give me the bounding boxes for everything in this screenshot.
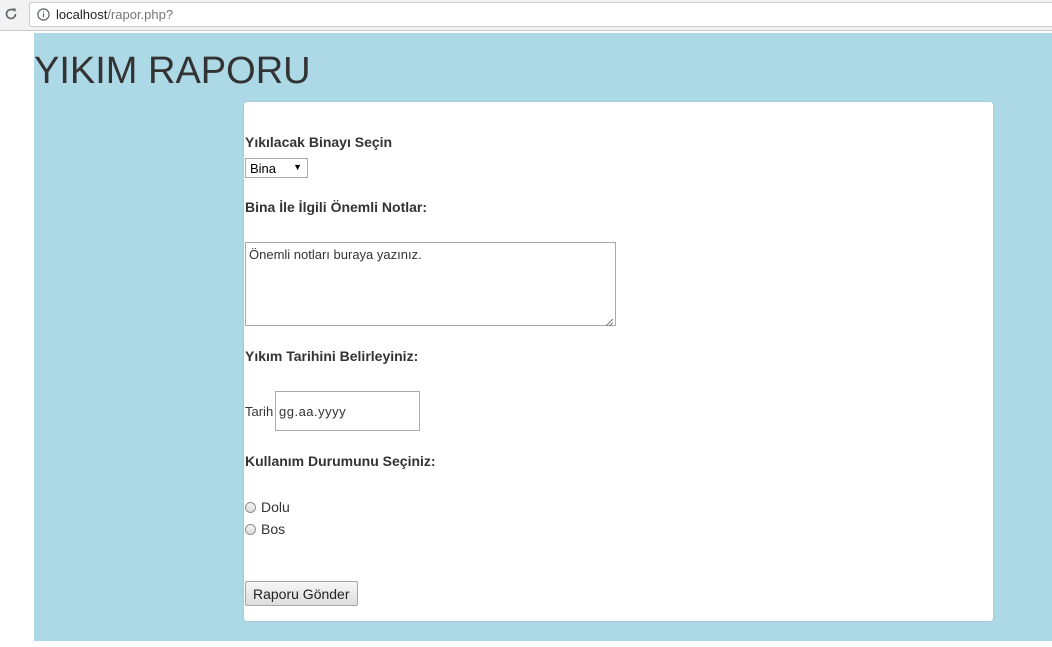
notes-textarea[interactable]: Önemli notları buraya yazınız. (245, 242, 616, 327)
radio-button[interactable] (245, 501, 256, 513)
radio-label: Bos (261, 521, 286, 537)
browser-toolbar: localhost/rapor.php? (0, 0, 1052, 31)
building-select-value: Bina (250, 160, 277, 176)
url-path: /rapor.php? (107, 7, 174, 22)
reload-icon[interactable] (2, 5, 20, 23)
radio-option-dolu[interactable]: Dolu (245, 499, 290, 515)
address-bar[interactable]: localhost/rapor.php? (29, 2, 1052, 27)
url-text: localhost/rapor.php? (56, 7, 173, 22)
building-select-label: Yıkılacak Binayı Seçin (245, 134, 393, 150)
radio-button[interactable] (245, 523, 256, 535)
report-form: Yıkılacak Binayı Seçin Bina ▼ Bina İle İ… (244, 102, 993, 621)
date-section-label: Yıkım Tarihini Belirleyiniz: (245, 348, 419, 364)
page-title: YIKIM RAPORU (34, 50, 311, 92)
chevron-down-icon: ▼ (293, 162, 302, 172)
url-host: localhost (56, 7, 108, 22)
building-select[interactable]: Bina ▼ (245, 158, 308, 178)
radio-option-bos[interactable]: Bos (245, 521, 285, 537)
notes-text: Önemli notları buraya yazınız. (249, 247, 422, 262)
resize-handle-icon[interactable] (605, 315, 614, 327)
submit-button[interactable]: Raporu Gönder (245, 581, 358, 606)
date-prefix-label: Tarih (245, 404, 274, 419)
usage-label: Kullanım Durumunu Seçiniz: (245, 453, 436, 469)
date-input[interactable]: gg.aa.yyyy (275, 391, 420, 431)
date-placeholder: gg.aa.yyyy (279, 403, 347, 419)
info-icon[interactable] (36, 8, 50, 22)
notes-label: Bina İle İlgili Önemli Notlar: (245, 199, 428, 215)
page-background: YIKIM RAPORU Yıkılacak Binayı Seçin Bina… (34, 33, 1052, 641)
radio-label: Dolu (261, 499, 290, 515)
